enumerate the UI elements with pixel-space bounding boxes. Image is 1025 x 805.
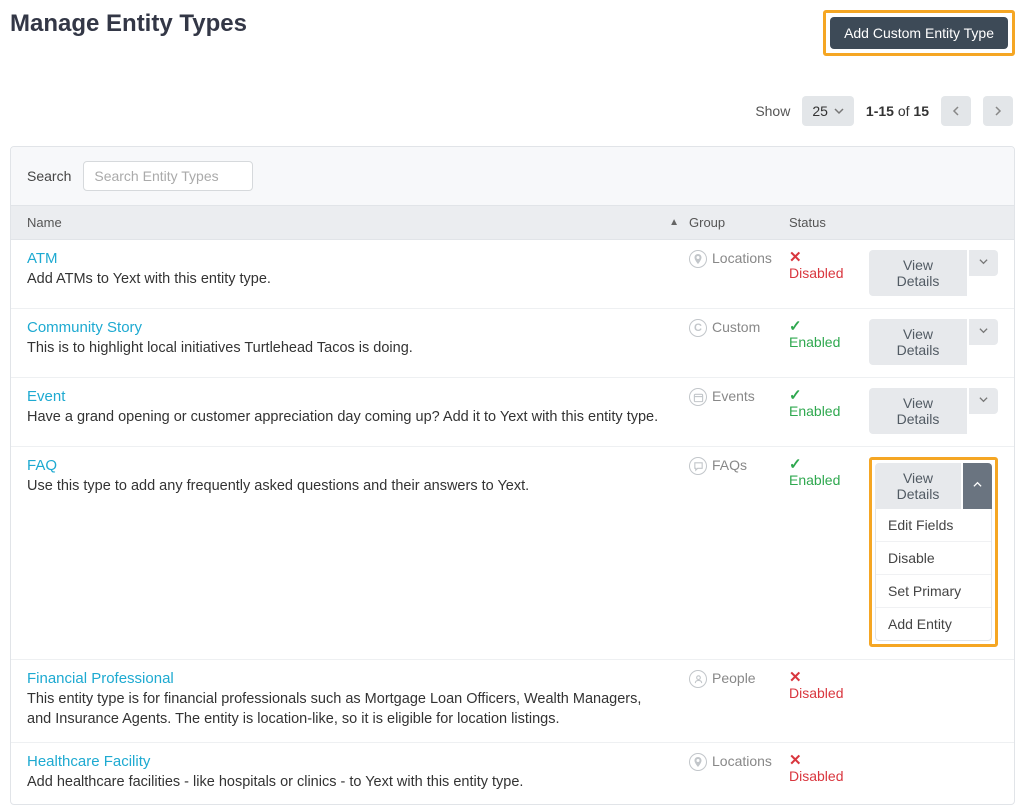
chevron-left-icon (951, 106, 961, 116)
entity-type-link[interactable]: ATM (27, 250, 669, 267)
entity-type-link[interactable]: Community Story (27, 319, 669, 336)
chat-icon (689, 457, 707, 475)
sort-ascending-icon: ▲ (669, 217, 679, 228)
group-label: Locations (712, 753, 772, 769)
entity-type-link[interactable]: Healthcare Facility (27, 753, 669, 770)
calendar-icon (689, 388, 707, 406)
entity-type-description: Add healthcare facilities - like hospita… (27, 772, 669, 792)
dropdown-toggle-button[interactable] (969, 388, 998, 414)
check-icon: ✓ (789, 388, 869, 403)
entity-type-link[interactable]: Event (27, 388, 669, 405)
dropdown-toggle-button[interactable] (969, 250, 998, 276)
status-label: Enabled (789, 334, 869, 350)
status-label: Enabled (789, 472, 869, 488)
pin-icon (689, 753, 707, 771)
search-input[interactable] (83, 161, 253, 191)
status-label: Disabled (789, 768, 869, 784)
column-header-group[interactable]: Group (689, 215, 789, 230)
x-icon: ✕ (789, 670, 869, 685)
chevron-down-icon (834, 106, 844, 116)
dropdown-item-set-primary[interactable]: Set Primary (876, 575, 991, 608)
group-label: People (712, 670, 756, 686)
entity-type-link[interactable]: Financial Professional (27, 670, 669, 687)
group-label: Events (712, 388, 755, 404)
table-header: Name ▲ Group Status (11, 206, 1014, 240)
table-row: FAQ Use this type to add any frequently a… (11, 447, 1014, 660)
add-custom-entity-type-button[interactable]: Add Custom Entity Type (830, 17, 1008, 49)
chevron-right-icon (993, 106, 1003, 116)
status-label: Enabled (789, 403, 869, 419)
check-icon: ✓ (789, 457, 869, 472)
dropdown-item-edit-fields[interactable]: Edit Fields (876, 509, 991, 542)
status-label: Disabled (789, 685, 869, 701)
pagination-controls: Show 25 1-15 of 15 (10, 96, 1015, 126)
entity-type-description: Use this type to add any frequently aske… (27, 476, 669, 496)
view-details-button[interactable]: View Details (869, 319, 967, 365)
entity-type-description: Have a grand opening or customer appreci… (27, 407, 669, 427)
view-details-button[interactable]: View Details (875, 463, 961, 509)
page-range: 1-15 of 15 (866, 103, 929, 119)
page-size-value: 25 (812, 103, 828, 119)
entity-types-panel: Search Name ▲ Group Status ATM Add ATMs t… (10, 146, 1015, 805)
entity-type-description: This is to highlight local initiatives T… (27, 338, 669, 358)
table-row: ATM Add ATMs to Yext with this entity typ… (11, 240, 1014, 309)
dropdown-item-disable[interactable]: Disable (876, 542, 991, 575)
dropdown-menu: Edit FieldsDisableSet PrimaryAdd Entity (875, 509, 992, 641)
table-row: Healthcare Facility Add healthcare facili… (11, 743, 1014, 804)
prev-page-button[interactable] (941, 96, 971, 126)
group-label: Custom (712, 319, 760, 335)
group-label: FAQs (712, 457, 747, 473)
dropdown-item-add-entity[interactable]: Add Entity (876, 608, 991, 640)
letter-c-icon: C (689, 319, 707, 337)
table-row: Financial Professional This entity type i… (11, 660, 1014, 743)
search-label: Search (27, 168, 71, 184)
page-size-select[interactable]: 25 (802, 96, 854, 126)
person-icon (689, 670, 707, 688)
table-row: Community Story This is to highlight loca… (11, 309, 1014, 378)
chevron-down-icon (979, 395, 988, 404)
add-button-highlight: Add Custom Entity Type (823, 10, 1015, 56)
column-header-name[interactable]: Name ▲ (27, 215, 689, 230)
view-details-button[interactable]: View Details (869, 250, 967, 296)
table-row: Event Have a grand opening or customer ap… (11, 378, 1014, 447)
group-label: Locations (712, 250, 772, 266)
status-label: Disabled (789, 265, 869, 281)
chevron-up-icon (973, 480, 982, 489)
chevron-down-icon (979, 326, 988, 335)
pin-icon (689, 250, 707, 268)
entity-type-description: Add ATMs to Yext with this entity type. (27, 269, 669, 289)
dropdown-highlight: View DetailsEdit FieldsDisableSet Primar… (869, 457, 998, 647)
x-icon: ✕ (789, 753, 869, 768)
check-icon: ✓ (789, 319, 869, 334)
entity-type-description: This entity type is for financial profes… (27, 689, 669, 730)
view-details-button[interactable]: View Details (869, 388, 967, 434)
column-header-status[interactable]: Status (789, 215, 869, 230)
dropdown-toggle-button[interactable] (963, 463, 992, 509)
show-label: Show (755, 103, 790, 119)
entity-type-link[interactable]: FAQ (27, 457, 669, 474)
x-icon: ✕ (789, 250, 869, 265)
dropdown-toggle-button[interactable] (969, 319, 998, 345)
next-page-button[interactable] (983, 96, 1013, 126)
page-title: Manage Entity Types (10, 10, 247, 38)
chevron-down-icon (979, 257, 988, 266)
